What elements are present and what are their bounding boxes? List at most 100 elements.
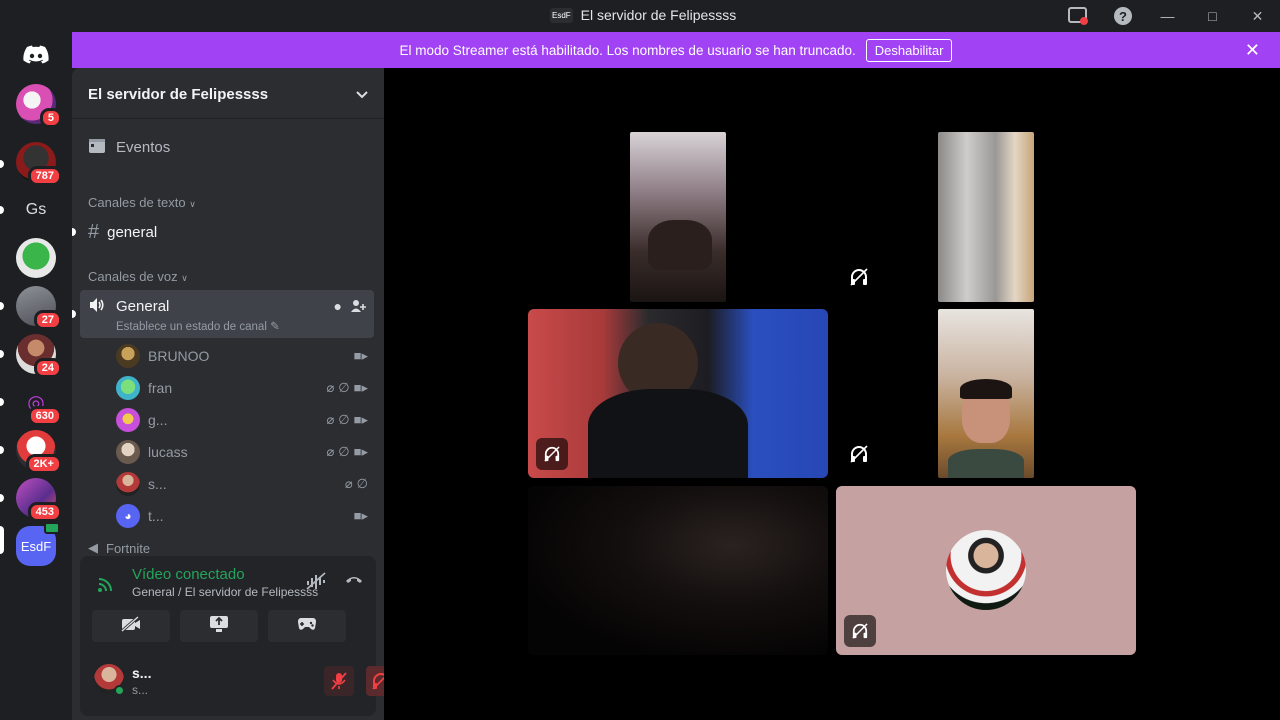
unread-pill <box>0 160 4 168</box>
channel-name: general <box>107 223 158 241</box>
deafened-icon <box>850 268 868 291</box>
server-icon[interactable]: 787 <box>16 142 62 186</box>
share-screen-button[interactable] <box>180 610 258 642</box>
mention-badge: 630 <box>27 406 62 426</box>
hair-silhouette <box>960 379 1012 399</box>
close-icon[interactable]: ✕ <box>1245 40 1260 61</box>
video-camera-icon: ■▸ <box>353 348 368 363</box>
server-initials: Gs <box>25 201 47 218</box>
help-icon[interactable]: ? <box>1100 0 1145 32</box>
participant-video-tile[interactable] <box>528 486 828 655</box>
avatar <box>946 530 1026 610</box>
events-label: Eventos <box>116 138 171 156</box>
participant-video-tile[interactable] <box>630 132 726 302</box>
window-title: El servidor de Felipessss <box>580 7 737 23</box>
voice-member[interactable]: BRUNOO ■▸ <box>116 341 374 371</box>
channel-name: Fortnite <box>106 540 151 556</box>
streamer-mode-banner: El modo Streamer está habilitado. Los no… <box>72 32 1280 68</box>
mention-badge: 453 <box>27 502 62 522</box>
mention-badge: 24 <box>33 358 62 378</box>
server-icon[interactable] <box>16 238 56 278</box>
server-icon[interactable]: 24 <box>16 334 62 378</box>
chat-bubble-icon[interactable]: ● <box>334 298 342 317</box>
deafened-icon: ∅ <box>338 444 350 459</box>
username[interactable]: s... <box>132 665 151 681</box>
muted-mic-icon: ⌀ <box>326 412 335 427</box>
muted-mic-icon: ⌀ <box>326 444 335 459</box>
participant-video-tile[interactable] <box>938 309 1034 478</box>
video-camera-icon: ■▸ <box>353 380 368 395</box>
connection-signal-icon[interactable] <box>92 570 120 598</box>
server-initials: EsdF <box>20 538 52 554</box>
chevron-down-icon <box>356 86 368 103</box>
unread-pill <box>72 228 76 236</box>
unread-pill <box>72 310 76 318</box>
deafened-icon: ∅ <box>356 476 368 491</box>
discord-default-avatar-icon: ◕ <box>116 504 140 528</box>
chevron-down-icon: ∨ <box>181 273 188 283</box>
minimize-icon[interactable]: — <box>1145 0 1190 32</box>
calendar-icon <box>88 136 106 158</box>
close-window-icon[interactable]: ✕ <box>1235 0 1280 32</box>
events-item[interactable]: Eventos <box>80 132 170 162</box>
home-button[interactable] <box>16 36 56 76</box>
participant-video-tile[interactable] <box>528 309 828 478</box>
deafened-icon <box>850 445 868 468</box>
participant-avatar-tile[interactable] <box>836 486 1136 655</box>
voice-member[interactable]: s... ⌀ ∅ <box>116 469 374 499</box>
server-icon[interactable]: 5 <box>16 84 62 128</box>
discord-logo-icon <box>23 45 49 64</box>
header-divider <box>72 118 384 119</box>
channel-fortnite[interactable]: ◀ Fortnite <box>80 540 374 556</box>
voice-channel-name: General <box>116 298 170 315</box>
channel-status-placeholder[interactable]: Establece un estado de canal ✎ <box>116 319 280 333</box>
avatar <box>116 376 140 400</box>
voice-connection-panel: Vídeo conectado General / El servidor de… <box>80 556 430 716</box>
member-name: s... <box>148 476 167 492</box>
participant-video-tile[interactable] <box>938 132 1034 302</box>
inbox-icon[interactable] <box>1055 0 1100 32</box>
member-name: fran <box>148 380 173 396</box>
disconnect-icon[interactable] <box>344 572 364 595</box>
voice-member[interactable]: g... ⌀ ∅ ■▸ <box>116 405 374 435</box>
noise-suppression-icon[interactable] <box>306 572 326 595</box>
unread-pill <box>0 446 4 454</box>
channel-general-text[interactable]: # general <box>80 216 374 248</box>
add-member-icon[interactable] <box>350 298 366 317</box>
mention-badge: 2K+ <box>25 454 62 474</box>
maximize-icon[interactable]: □ <box>1190 0 1235 32</box>
server-icon[interactable]: ◎ 630 <box>16 382 62 426</box>
unread-pill <box>0 398 4 406</box>
category-label: Canales de voz <box>88 269 178 284</box>
connection-channel[interactable]: General / El servidor de Felipessss <box>132 585 318 599</box>
app-icon: EsdF <box>550 7 573 23</box>
unread-pill <box>0 494 4 502</box>
server-header[interactable]: El servidor de Felipessss <box>72 70 384 118</box>
camera-off-button[interactable] <box>92 610 170 642</box>
server-name: El servidor de Felipessss <box>88 85 269 103</box>
title-bar: EsdF El servidor de Felipessss ? — □ ✕ <box>0 0 1280 32</box>
video-camera-icon: ■▸ <box>353 508 368 523</box>
screen-share-icon <box>209 615 229 638</box>
server-icon[interactable]: 453 <box>16 478 62 522</box>
server-icon[interactable]: 2K+ <box>16 430 62 474</box>
server-icon[interactable]: 27 <box>16 286 62 330</box>
speaker-icon: ◀ <box>88 540 98 555</box>
svg-text:?: ? <box>1119 9 1127 24</box>
voice-member[interactable]: ◕ t... ■▸ <box>116 501 374 531</box>
mute-button[interactable] <box>324 666 354 696</box>
voice-channel-general[interactable]: General Establece un estado de canal ✎ ● <box>80 290 374 338</box>
member-name: t... <box>148 508 164 524</box>
text-channels-category[interactable]: Canales de texto ∨ <box>88 195 196 210</box>
voice-member[interactable]: fran ⌀ ∅ ■▸ <box>116 373 374 403</box>
deafened-badge-icon <box>844 615 876 647</box>
voice-channels-category[interactable]: Canales de voz ∨ <box>88 269 188 284</box>
server-icon[interactable]: Gs <box>16 190 56 230</box>
server-icon-active[interactable]: EsdF <box>16 522 60 566</box>
speaker-icon <box>89 297 105 318</box>
voice-member[interactable]: lucass ⌀ ∅ ■▸ <box>116 437 374 467</box>
activities-button[interactable] <box>268 610 346 642</box>
category-label: Canales de texto <box>88 195 186 210</box>
video-grid <box>384 68 1280 720</box>
disable-streamer-button[interactable]: Deshabilitar <box>865 38 953 62</box>
